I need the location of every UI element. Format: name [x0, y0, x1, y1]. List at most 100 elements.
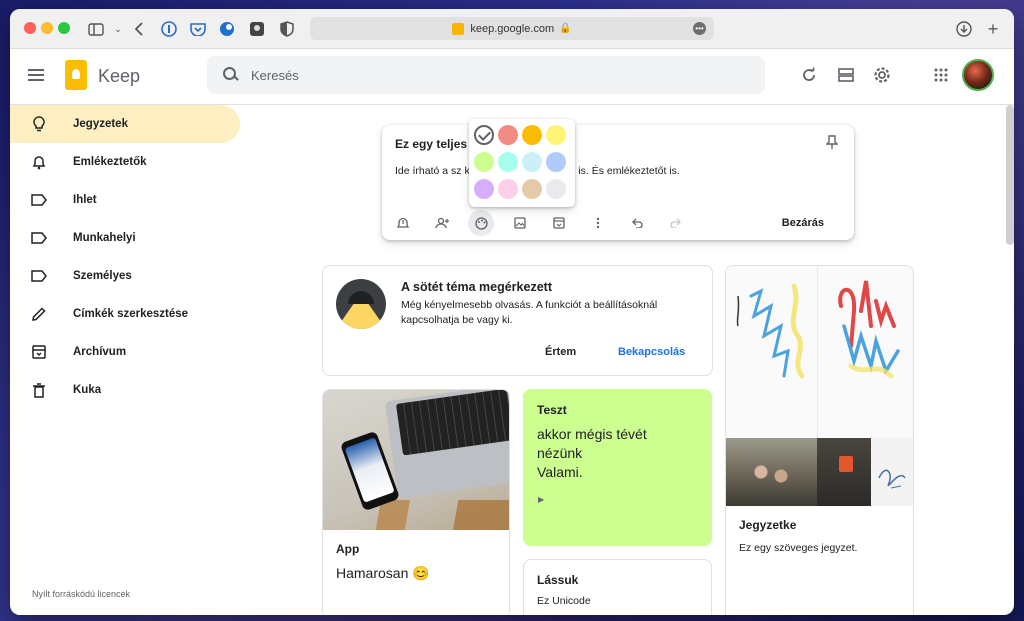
keep-header: Keep	[10, 49, 1014, 105]
note-card[interactable]: Lássuk Ez Unicode	[523, 559, 712, 615]
close-window-button[interactable]	[24, 22, 36, 34]
undo-icon[interactable]	[624, 210, 650, 236]
more-vertical-icon[interactable]	[585, 210, 611, 236]
sidebar-item-label: Címkék szerkesztése	[73, 308, 189, 320]
sidebar-item-label: Emlékeztetők	[73, 156, 147, 168]
color-swatch[interactable]	[474, 152, 494, 172]
url-text: keep.google.com	[470, 22, 555, 35]
color-swatch[interactable]	[474, 179, 494, 199]
apps-grid-icon[interactable]	[929, 63, 953, 87]
color-swatch[interactable]	[546, 125, 566, 145]
label-icon	[31, 268, 47, 284]
note-text: Hamarosan 😊	[336, 565, 430, 581]
settings-gear-icon[interactable]	[870, 63, 894, 87]
pocket-icon[interactable]	[187, 18, 209, 40]
extension-globe-icon[interactable]	[216, 18, 238, 40]
archive-icon[interactable]	[546, 210, 572, 236]
sidebar-item-archive[interactable]: Archívum	[10, 333, 240, 371]
sidebar-toggle-icon[interactable]	[85, 18, 107, 40]
archive-icon	[31, 344, 47, 360]
sidebar-item-label: Kuka	[73, 384, 102, 396]
redo-icon[interactable]	[663, 210, 689, 236]
default-color-swatch[interactable]	[474, 125, 494, 145]
sidebar-item-notes[interactable]: Jegyzetek	[10, 105, 240, 143]
sidebar-item-szemelyes[interactable]: Személyes	[10, 257, 240, 295]
search-icon[interactable]	[223, 67, 239, 83]
address-bar[interactable]: keep.google.com 🔒 •••	[310, 17, 714, 40]
note-line: akkor mégis tévét	[537, 426, 647, 442]
collaborator-icon[interactable]	[429, 210, 455, 236]
play-icon[interactable]: ▶	[538, 495, 544, 504]
new-tab-plus-icon[interactable]: +	[982, 18, 1004, 40]
note-text: Ez egy szöveges jegyzet.	[739, 542, 858, 554]
note-line: Valami.	[537, 464, 583, 480]
search-bar[interactable]	[207, 56, 765, 94]
chevron-down-icon[interactable]: ⌄	[107, 18, 129, 40]
color-swatch[interactable]	[498, 152, 518, 172]
banner-text: Még kényelmesebb olvasás. A funkciót a b…	[401, 299, 658, 326]
lamp-illustration	[336, 279, 386, 329]
dismiss-button[interactable]: Értem	[545, 346, 576, 358]
download-icon[interactable]	[953, 18, 975, 40]
zoom-window-button[interactable]	[58, 22, 70, 34]
remind-me-icon[interactable]	[390, 210, 416, 236]
main-menu-icon[interactable]	[28, 69, 44, 81]
note-title: Lássuk	[537, 573, 579, 587]
sidebar-item-label: Archívum	[73, 346, 127, 358]
note-card[interactable]: Teszt akkor mégis tévét nézünk Valami. ▶	[523, 389, 712, 546]
drawing-image	[726, 266, 913, 438]
note-title: Teszt	[537, 403, 567, 417]
sidebar-item-edit-labels[interactable]: Címkék szerkesztése	[10, 295, 240, 333]
sidebar-item-munkahelyi[interactable]: Munkahelyi	[10, 219, 240, 257]
trash-icon	[31, 382, 47, 398]
search-input[interactable]	[251, 67, 731, 83]
color-swatch[interactable]	[546, 179, 566, 199]
password-manager-icon[interactable]	[158, 18, 180, 40]
account-avatar[interactable]	[962, 59, 994, 91]
more-options-icon[interactable]: •••	[693, 22, 706, 35]
scrollbar[interactable]	[1006, 105, 1014, 245]
color-swatch[interactable]	[522, 125, 542, 145]
label-icon	[31, 230, 47, 246]
dark-theme-banner: A sötét téma megérkezett Még kényelmeseb…	[322, 265, 713, 376]
color-swatch[interactable]	[498, 179, 518, 199]
enable-dark-theme-button[interactable]: Bekapcsolás	[618, 346, 685, 358]
app-name: Keep	[98, 66, 141, 86]
sidebar-item-ihlet[interactable]: Ihlet	[10, 181, 240, 219]
color-swatch[interactable]	[522, 179, 542, 199]
color-swatch[interactable]	[498, 125, 518, 145]
note-photos	[726, 438, 913, 506]
add-image-icon[interactable]	[507, 210, 533, 236]
note-text: Ez Unicode	[537, 595, 591, 607]
close-editor-button[interactable]: Bezárás	[782, 217, 824, 229]
list-view-icon[interactable]	[834, 63, 858, 87]
pencil-icon	[31, 306, 47, 322]
color-palette	[469, 119, 575, 207]
open-source-licenses-link[interactable]: Nyílt forráskódú licencek	[32, 589, 130, 599]
sidebar-item-trash[interactable]: Kuka	[10, 371, 240, 409]
extension-photo-icon[interactable]	[246, 18, 268, 40]
sidebar-item-label: Munkahelyi	[73, 232, 136, 244]
note-card[interactable]: App Hamarosan 😊	[322, 389, 510, 615]
note-title-input[interactable]: Ez egy teljes	[395, 137, 467, 151]
note-toolbar	[390, 210, 702, 236]
back-arrow-icon[interactable]	[128, 18, 150, 40]
photo-people	[726, 438, 817, 506]
note-line: nézünk	[537, 445, 583, 461]
minimize-window-button[interactable]	[41, 22, 53, 34]
color-swatch[interactable]	[522, 152, 542, 172]
shield-icon[interactable]	[276, 18, 298, 40]
note-editor[interactable]: Ez egy teljes Ide írható a sz képet, han…	[382, 125, 854, 240]
photo-mug	[817, 438, 871, 506]
color-swatch[interactable]	[546, 152, 566, 172]
note-card[interactable]: Jegyzetke Ez egy szöveges jegyzet.	[725, 265, 914, 615]
refresh-icon[interactable]	[797, 63, 821, 87]
browser-toolbar: ⌄ keep.google.com 🔒 ••• +	[10, 9, 1014, 49]
sidebar: Jegyzetek Emlékeztetők Ihlet Munkahelyi …	[10, 105, 240, 615]
sidebar-item-label: Jegyzetek	[73, 118, 128, 130]
palette-icon[interactable]	[468, 210, 494, 236]
lightbulb-icon	[31, 116, 47, 132]
sidebar-item-reminders[interactable]: Emlékeztetők	[10, 143, 240, 181]
pin-icon[interactable]	[825, 135, 839, 153]
lock-icon: 🔒	[559, 23, 572, 34]
